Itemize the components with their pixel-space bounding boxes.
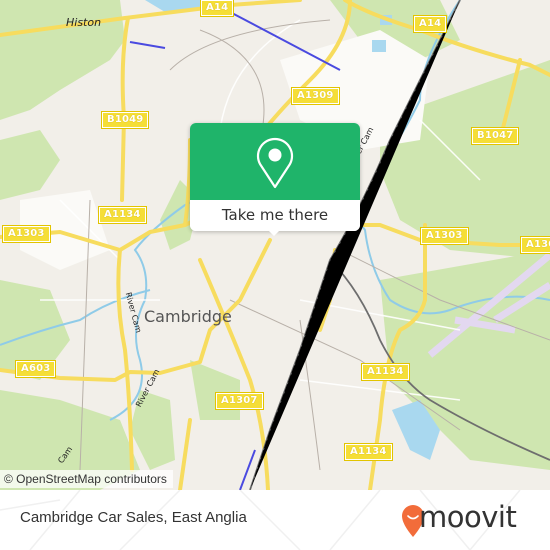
place-label-cambridge: Cambridge <box>144 307 232 326</box>
busway <box>129 41 166 49</box>
destination-popup: Take me there <box>190 123 360 236</box>
map-tiles <box>0 0 550 490</box>
road-label-a14: A14 <box>412 15 448 33</box>
park-area <box>190 360 240 420</box>
popup-header <box>190 123 360 200</box>
road-label-a1134: A1134 <box>361 363 410 381</box>
pond <box>372 40 386 52</box>
park-area <box>0 130 60 200</box>
road-label-a1134: A1134 <box>344 443 393 461</box>
road-label-a603: A603 <box>14 360 57 378</box>
map-pin-icon <box>256 137 294 189</box>
place-label-histon: Histon <box>66 16 102 29</box>
footer-bar: Cambridge Car Sales, East Anglia moovit <box>0 490 550 550</box>
park-area <box>0 0 125 120</box>
road-label-a1309: A1309 <box>291 87 340 105</box>
location-title: Cambridge Car Sales, East Anglia <box>20 509 247 526</box>
road-label-a1307: A1307 <box>215 392 264 410</box>
take-me-there-button[interactable]: Take me there <box>190 200 360 231</box>
road-a14 <box>228 0 302 7</box>
popup-pointer <box>268 230 280 236</box>
road-label-a14: A14 <box>199 0 235 17</box>
road-label-a1303: A1303 <box>420 227 469 245</box>
road-label-b1049: B1049 <box>100 111 150 129</box>
road <box>178 418 192 490</box>
map-view[interactable]: Histon Cambridge A14 A14 A1309 B1049 B10… <box>0 0 550 490</box>
moovit-wordmark: moovit <box>419 500 517 534</box>
road-label-a1303: A1303 <box>2 225 51 243</box>
map-attribution[interactable]: © OpenStreetMap contributors <box>0 470 173 488</box>
road-label-a1303: A130 <box>519 236 550 254</box>
road-label-a1134: A1134 <box>98 206 147 224</box>
road-label-b1047: B1047 <box>470 127 520 145</box>
road-b1049 <box>120 16 130 202</box>
